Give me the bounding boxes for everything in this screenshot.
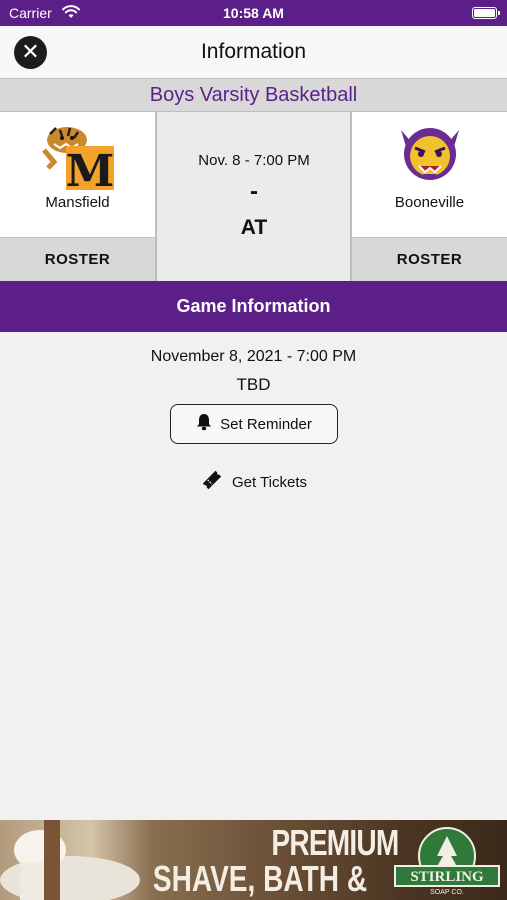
get-tickets-label: Get Tickets [231, 473, 308, 491]
status-bar: Carrier 10:58 AM [0, 0, 507, 26]
matchup-separator: AT [240, 216, 268, 239]
stirling-logo: STIRLING SOAP CO. [394, 827, 500, 896]
svg-text:SOAP CO.: SOAP CO. [430, 889, 464, 896]
mansfield-tiger-logo: M [0, 122, 155, 192]
away-team-card[interactable]: Booneville ROSTER [350, 112, 507, 281]
bell-icon [196, 413, 212, 435]
event-title: Boys Varsity Basketball [0, 78, 507, 112]
home-team-name: Mansfield [45, 194, 110, 211]
home-team-card[interactable]: M Mansfield ROSTER [0, 112, 157, 281]
page-title: Information [200, 40, 307, 63]
ticket-icon [200, 468, 224, 496]
ad-banner[interactable]: PREMIUM SHAVE, BATH & BODY STIRLING SOAP… [0, 820, 507, 900]
nav-bar: ✕ Information [0, 26, 507, 78]
matchup-score: - [250, 178, 258, 205]
get-tickets-link[interactable]: Get Tickets [0, 468, 507, 496]
away-team-name: Booneville [394, 194, 465, 211]
game-venue: TBD [236, 375, 271, 394]
game-date: November 8, 2021 - 7:00 PM [150, 348, 357, 365]
battery-icon [472, 7, 500, 19]
booneville-bearcat-logo [352, 122, 507, 192]
game-information-header: Game Information [0, 281, 507, 332]
set-reminder-button[interactable]: Set Reminder [170, 404, 338, 444]
away-roster-button[interactable]: ROSTER [352, 237, 507, 281]
svg-text:M: M [65, 146, 114, 192]
svg-text:STIRLING: STIRLING [410, 869, 484, 885]
home-roster-button[interactable]: ROSTER [0, 237, 155, 281]
matchup-datetime: Nov. 8 - 7:00 PM [198, 152, 310, 169]
status-time: 10:58 AM [223, 5, 284, 21]
matchup-summary: Nov. 8 - 7:00 PM - AT [157, 112, 351, 281]
ad-subheadline: SHAVE, BATH & BODY [152, 858, 368, 899]
shaving-brush-image [0, 820, 140, 900]
set-reminder-label: Set Reminder [220, 415, 312, 433]
